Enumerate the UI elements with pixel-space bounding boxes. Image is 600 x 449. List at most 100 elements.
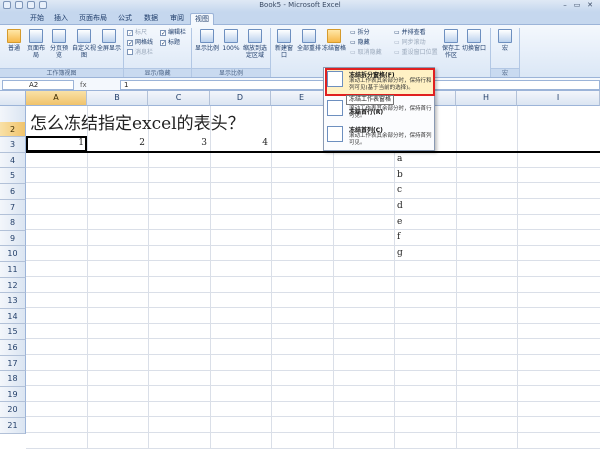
- headings-checkbox[interactable]: ✓ 标题: [160, 39, 180, 47]
- page-layout-view-button[interactable]: 页面布局: [25, 29, 47, 59]
- hide-button[interactable]: ▭ 隐藏: [350, 39, 370, 47]
- grid-line: [26, 385, 600, 386]
- grid-line: [26, 167, 600, 168]
- freeze-panes-icon: [327, 29, 341, 43]
- tab-formulas[interactable]: 公式: [114, 13, 136, 25]
- freeze-panes-button[interactable]: 冻结窗格: [322, 29, 346, 52]
- column-header-a[interactable]: A: [26, 91, 87, 106]
- row-header-8[interactable]: 8: [0, 215, 26, 231]
- cell-g-6[interactable]: d: [397, 201, 403, 211]
- row-header-4[interactable]: 4: [0, 153, 26, 168]
- tab-view[interactable]: 视图: [190, 13, 214, 25]
- grid-line: [26, 276, 600, 277]
- split-button[interactable]: ▭ 拆分: [350, 29, 370, 37]
- row-header-19[interactable]: 19: [0, 387, 26, 402]
- row-header-6[interactable]: 6: [0, 184, 26, 200]
- grid-line: [26, 416, 600, 417]
- menu-item-freeze-panes[interactable]: 冻结拆分窗格(F) 滚动工作表其余部分时，保持行和列可见(基于当前的选择)。: [325, 69, 433, 93]
- column-header-i[interactable]: I: [517, 91, 600, 106]
- row-header-18[interactable]: 18: [0, 371, 26, 387]
- tab-data[interactable]: 数据: [140, 13, 162, 25]
- cell-g-8[interactable]: f: [397, 232, 400, 242]
- cell-g-3[interactable]: a: [397, 154, 402, 164]
- row-header-5[interactable]: 5: [0, 168, 26, 184]
- menu-item-freeze-first-column[interactable]: 冻结首列(C) 滚动工作表其余部分时，保持首列可见。: [325, 124, 433, 148]
- column-header-d[interactable]: D: [210, 91, 271, 106]
- grid-line: [210, 106, 211, 449]
- column-header-h[interactable]: H: [456, 91, 517, 106]
- cell-a1-title[interactable]: 怎么冻结指定excel的表头？: [30, 109, 245, 134]
- maximize-button[interactable]: ▭: [572, 1, 582, 10]
- group-label-show-hide: 显示/隐藏: [124, 68, 191, 77]
- row-header-2[interactable]: 2: [0, 122, 26, 137]
- insert-function-icon[interactable]: fx: [80, 80, 120, 90]
- tab-home[interactable]: 开始: [26, 13, 48, 25]
- zoom-100-button[interactable]: 100%: [220, 29, 242, 52]
- cell-g-5[interactable]: c: [397, 185, 402, 195]
- page-break-preview-button[interactable]: 分页预览: [48, 29, 70, 59]
- view-side-by-side-button[interactable]: ▭ 并排查看: [394, 29, 426, 37]
- tab-review[interactable]: 审阅: [166, 13, 188, 25]
- tab-insert[interactable]: 插入: [50, 13, 72, 25]
- cell-g-4[interactable]: b: [397, 170, 403, 180]
- reset-window-position-button[interactable]: ▭ 重设窗口位置: [394, 49, 438, 57]
- close-button[interactable]: ✕: [585, 1, 595, 10]
- zoom-to-selection-button[interactable]: 缩放到选定区域: [242, 29, 268, 59]
- switch-windows-button[interactable]: 切换窗口: [462, 29, 486, 52]
- sync-scroll-button[interactable]: ▭ 同步滚动: [394, 39, 426, 47]
- normal-view-button[interactable]: 普通: [3, 29, 25, 52]
- grid-line: [26, 245, 600, 246]
- ribbon-separator: [270, 28, 271, 77]
- arrange-all-icon: [302, 29, 316, 43]
- macro-icon: [498, 29, 512, 43]
- custom-views-button[interactable]: 自定义视图: [72, 29, 96, 59]
- cell-row2-c[interactable]: 3: [150, 138, 207, 148]
- row-header-9[interactable]: 9: [0, 231, 26, 246]
- cell-row2-b[interactable]: 2: [89, 138, 145, 148]
- cell-g-9[interactable]: g: [397, 248, 403, 258]
- active-cell-a2[interactable]: [26, 136, 87, 152]
- row-header-20[interactable]: 20: [0, 402, 26, 418]
- new-window-button[interactable]: 新建窗口: [273, 29, 295, 59]
- column-header-c[interactable]: C: [148, 91, 210, 106]
- grid-line: [456, 106, 457, 449]
- name-box[interactable]: A2: [2, 80, 74, 90]
- cell-row2-d[interactable]: 4: [212, 138, 268, 148]
- row-header-7[interactable]: 7: [0, 200, 26, 215]
- tab-page-layout[interactable]: 页面布局: [76, 13, 110, 25]
- grid-line: [26, 260, 600, 261]
- ruler-checkbox[interactable]: ✓ 标尺: [127, 29, 147, 37]
- grid-line: [26, 307, 600, 308]
- zoom-button[interactable]: 显示比例: [194, 29, 220, 52]
- row-header-10[interactable]: 10: [0, 246, 26, 262]
- row-header-21[interactable]: 21: [0, 418, 26, 434]
- freeze-pane-line: [26, 151, 600, 153]
- window-title: Book5 - Microsoft Excel: [259, 1, 341, 9]
- arrange-all-button[interactable]: 全部重排: [297, 29, 321, 52]
- unhide-button[interactable]: ▭ 取消隐藏: [350, 49, 382, 57]
- grid-line: [333, 106, 334, 449]
- macros-button[interactable]: 宏: [495, 29, 515, 52]
- full-screen-button[interactable]: 全屏显示: [96, 29, 122, 52]
- select-all-corner[interactable]: [0, 91, 26, 106]
- row-header-14[interactable]: 14: [0, 309, 26, 324]
- row-header-11[interactable]: 11: [0, 262, 26, 278]
- cell-g-7[interactable]: e: [397, 217, 402, 227]
- message-bar-checkbox[interactable]: 消息栏: [127, 49, 153, 57]
- row-header-16[interactable]: 16: [0, 340, 26, 356]
- row-header-17[interactable]: 17: [0, 356, 26, 371]
- save-workspace-button[interactable]: 保存工作区: [440, 29, 462, 59]
- zoom-100-icon: [224, 29, 238, 43]
- row-header-15[interactable]: 15: [0, 324, 26, 340]
- grid-line: [26, 214, 600, 215]
- formula-bar-checkbox[interactable]: ✓ 编辑栏: [160, 29, 186, 37]
- row-header-12[interactable]: 12: [0, 278, 26, 293]
- column-header-b[interactable]: B: [87, 91, 148, 106]
- gridlines-checkbox[interactable]: ✓ 网格线: [127, 39, 153, 47]
- switch-windows-icon: [467, 29, 481, 43]
- minimize-button[interactable]: –: [560, 1, 570, 10]
- grid-line: [26, 370, 600, 371]
- freeze-panes-menu-icon: [327, 71, 343, 87]
- row-header-13[interactable]: 13: [0, 293, 26, 309]
- row-header-3[interactable]: 3: [0, 137, 26, 153]
